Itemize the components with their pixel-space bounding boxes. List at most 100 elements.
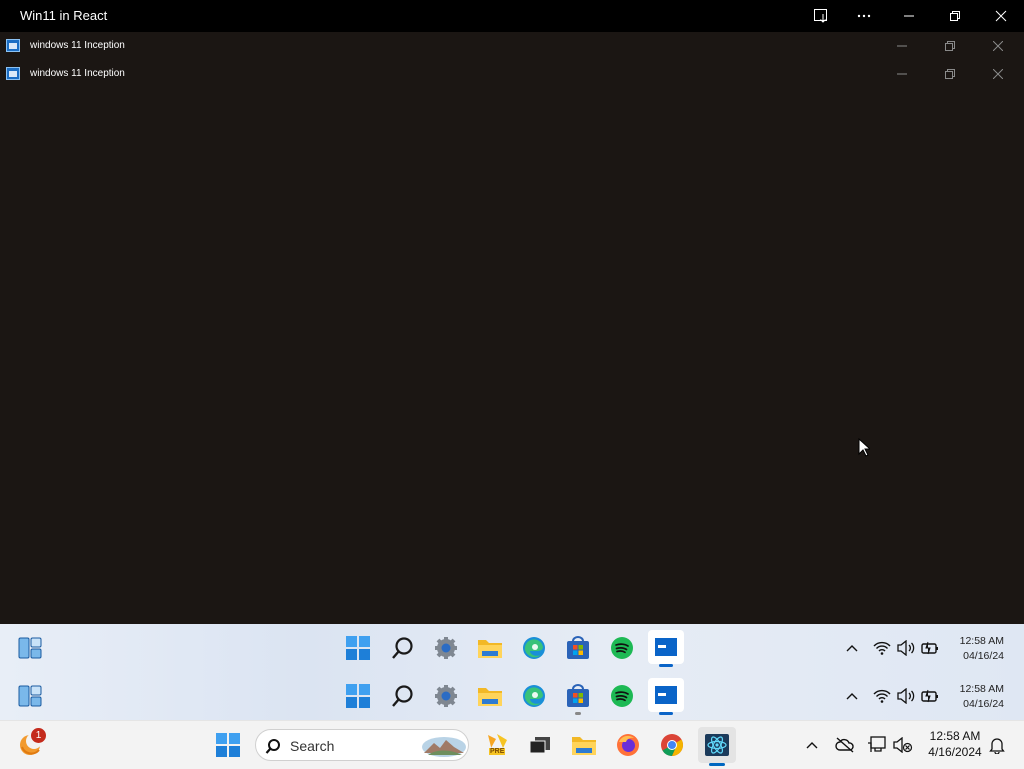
notifications-button[interactable]	[986, 729, 1008, 761]
start-button[interactable]	[342, 680, 374, 712]
inner-taskbar-1: 12:58 AM 04/16/24	[0, 624, 1024, 672]
tray-overflow-button[interactable]	[800, 729, 824, 761]
inner-clock[interactable]: 12:58 AM 04/16/24	[940, 682, 1004, 712]
settings-gear-icon	[435, 637, 457, 659]
install-app-icon	[814, 9, 827, 23]
window-close-button[interactable]	[986, 65, 1010, 83]
windows-logo-icon	[216, 733, 240, 757]
windows-logo-icon	[346, 636, 370, 660]
file-explorer-button[interactable]	[474, 632, 506, 664]
active-indicator	[659, 712, 673, 715]
taskbar-clock[interactable]: 12:58 AM 4/16/2024	[918, 728, 992, 760]
active-indicator	[709, 763, 725, 766]
search-icon	[392, 637, 413, 659]
search-button[interactable]	[387, 680, 419, 712]
spotify-button[interactable]	[606, 680, 638, 712]
volume-button[interactable]	[894, 632, 918, 664]
wifi-button[interactable]	[870, 680, 894, 712]
microsoft-store-icon	[567, 684, 589, 707]
wifi-icon	[873, 641, 891, 655]
react-app-icon	[705, 734, 729, 756]
network-button[interactable]	[864, 729, 890, 761]
file-explorer-button[interactable]	[474, 680, 506, 712]
close-icon	[993, 41, 1003, 51]
search-button[interactable]	[387, 632, 419, 664]
battery-button[interactable]	[918, 680, 942, 712]
inception-window-1[interactable]: windows 11 Inception	[0, 32, 1024, 60]
widgets-icon	[18, 685, 42, 707]
firefox-button[interactable]	[612, 729, 644, 761]
file-explorer-button[interactable]	[568, 729, 600, 761]
folder-icon	[478, 640, 502, 658]
widgets-button[interactable]	[14, 632, 46, 664]
task-view-icon	[529, 737, 550, 754]
cloud-offline-icon	[835, 737, 854, 753]
tray-overflow-button[interactable]	[840, 680, 864, 712]
install-app-button[interactable]	[798, 0, 844, 32]
folder-icon	[478, 688, 502, 706]
restore-button[interactable]	[932, 0, 978, 32]
volume-icon	[897, 640, 915, 656]
window-minimize-button[interactable]	[890, 37, 914, 55]
start-button[interactable]	[342, 632, 374, 664]
minimize-icon	[904, 15, 914, 17]
task-view-button[interactable]	[524, 729, 556, 761]
windows-logo-icon	[346, 684, 370, 708]
onedrive-button[interactable]	[832, 729, 858, 761]
volume-muted-button[interactable]	[890, 729, 916, 761]
volume-icon	[897, 688, 915, 704]
ai-preview-button[interactable]	[482, 729, 514, 761]
store-button[interactable]	[562, 632, 594, 664]
inner-taskbar-2: 12:58 AM 04/16/24	[0, 672, 1024, 720]
inner-clock-date: 04/16/24	[963, 650, 1004, 662]
search-placeholder: Search	[290, 738, 335, 754]
chrome-icon	[661, 734, 683, 756]
spotify-button[interactable]	[606, 632, 638, 664]
window-close-button[interactable]	[986, 37, 1010, 55]
settings-gear-icon	[435, 685, 457, 707]
store-button[interactable]	[562, 680, 594, 712]
volume-muted-icon	[893, 737, 913, 753]
inner-clock[interactable]: 12:58 AM 04/16/24	[940, 634, 1004, 664]
clock-date: 4/16/2024	[928, 745, 982, 759]
window-title: windows 11 Inception	[30, 68, 125, 79]
more-options-button[interactable]	[841, 0, 887, 32]
settings-button[interactable]	[430, 680, 462, 712]
microsoft-store-icon	[567, 636, 589, 659]
inner-clock-date: 04/16/24	[963, 698, 1004, 710]
inception-app-icon	[655, 638, 677, 656]
start-button[interactable]	[212, 729, 244, 761]
wifi-button[interactable]	[870, 632, 894, 664]
widgets-button[interactable]	[14, 680, 46, 712]
spotify-icon	[611, 637, 633, 659]
window-restore-button[interactable]	[938, 65, 962, 83]
app-title: Win11 in React	[20, 8, 108, 23]
tray-overflow-button[interactable]	[840, 632, 864, 664]
taskbar-search-box[interactable]: Search	[255, 729, 469, 761]
edge-button[interactable]	[518, 632, 550, 664]
settings-button[interactable]	[430, 632, 462, 664]
search-icon	[392, 685, 413, 707]
win11-react-app-button[interactable]	[698, 727, 736, 763]
window-title: windows 11 Inception	[30, 40, 125, 51]
bell-icon	[989, 738, 1005, 754]
edge-button[interactable]	[518, 680, 550, 712]
inception-window-2[interactable]: windows 11 Inception	[0, 60, 1024, 88]
window-restore-button[interactable]	[938, 37, 962, 55]
clock-time: 12:58 AM	[929, 729, 981, 743]
chevron-up-icon	[806, 742, 818, 749]
chevron-up-icon	[846, 693, 858, 700]
volume-button[interactable]	[894, 680, 918, 712]
battery-button[interactable]	[918, 632, 942, 664]
minimize-button[interactable]	[886, 0, 932, 32]
close-icon	[993, 69, 1003, 79]
inception-app-button[interactable]	[648, 678, 684, 712]
search-icon	[265, 739, 280, 754]
window-minimize-button[interactable]	[890, 65, 914, 83]
chrome-button[interactable]	[656, 729, 688, 761]
restore-icon	[945, 69, 955, 79]
mouse-cursor-icon	[858, 438, 870, 457]
inception-app-button[interactable]	[648, 630, 684, 664]
close-button[interactable]	[978, 0, 1024, 32]
network-ethernet-icon	[868, 736, 886, 752]
